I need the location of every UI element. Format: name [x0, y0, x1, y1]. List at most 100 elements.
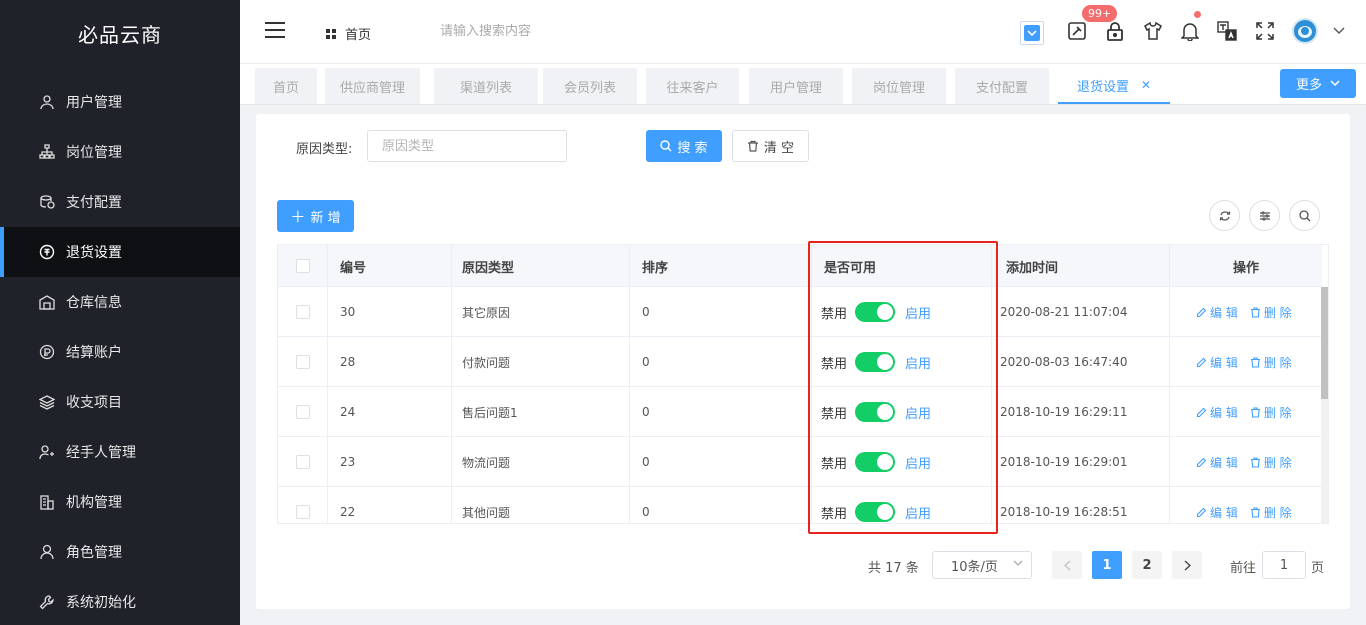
layout-toggle-icon[interactable] [1020, 21, 1044, 45]
tab-channel-list[interactable]: 渠道列表 [434, 68, 538, 104]
table-row: 24 售后问题1 0 禁用 启用 2018-10-19 16:29:11 编 辑… [278, 387, 1322, 437]
delete-button[interactable]: 删 除 [1250, 404, 1292, 421]
sidebar-item-return-settings[interactable]: 退货设置 [0, 227, 240, 277]
table-header: 编号 原因类型 排序 是否可用 添加时间 操作 [278, 245, 1322, 287]
edit-button[interactable]: 编 辑 [1196, 504, 1238, 521]
row-checkbox[interactable] [295, 405, 310, 419]
cell-sort: 0 [630, 437, 812, 487]
select-all-checkbox[interactable] [295, 259, 310, 273]
cell-id: 23 [328, 437, 452, 487]
edit-button[interactable]: 编 辑 [1196, 404, 1238, 421]
tab-payment-config[interactable]: 支付配置 [955, 68, 1049, 104]
cell-actions: 编 辑 删 除 [1170, 287, 1322, 337]
row-checkbox[interactable] [295, 455, 310, 469]
translate-icon[interactable] [1216, 20, 1238, 42]
tab-user-management[interactable]: 用户管理 [749, 68, 843, 104]
column-settings-button[interactable] [1249, 200, 1280, 231]
add-button[interactable]: ＋ 新 增 [277, 200, 354, 232]
edit-icon [1196, 307, 1207, 317]
notification-dot [1194, 11, 1201, 18]
search-toggle-button[interactable] [1289, 200, 1320, 231]
header-search-input[interactable] [440, 24, 600, 39]
wrench-icon [38, 593, 56, 611]
page-size-select[interactable]: 10条/页 [932, 551, 1032, 579]
edit-icon [1196, 507, 1207, 517]
prev-page-button[interactable] [1052, 551, 1082, 579]
sidebar-item-income-expense[interactable]: 收支项目 [0, 377, 240, 427]
sidebar-item-payment-config[interactable]: 支付配置 [0, 177, 240, 227]
search-button[interactable]: 搜 索 [646, 130, 722, 162]
tabs-bar: 首页 供应商管理 渠道列表 会员列表 往来客户 用户管理 岗位管理 支付配置 退… [240, 64, 1366, 105]
edit-label: 编 辑 [1210, 455, 1238, 470]
sidebar-item-org-management[interactable]: 机构管理 [0, 477, 240, 527]
delete-button[interactable]: 删 除 [1250, 304, 1292, 321]
sidebar-item-label: 退货设置 [66, 245, 122, 261]
skin-shirt-icon[interactable] [1142, 20, 1164, 42]
scrollbar-thumb[interactable] [1321, 287, 1328, 399]
breadcrumb[interactable]: 首页 [326, 24, 371, 43]
fullscreen-icon[interactable] [1254, 20, 1276, 42]
delete-button[interactable]: 删 除 [1250, 354, 1292, 371]
search-button-label: 搜 索 [677, 140, 708, 156]
row-checkbox[interactable] [295, 355, 310, 369]
menu-toggle-icon[interactable] [265, 22, 285, 38]
chevron-down-icon [1330, 78, 1340, 89]
search-icon [660, 140, 672, 152]
sidebar-item-user-management[interactable]: 用户管理 [0, 77, 240, 127]
lock-icon[interactable] [1104, 20, 1126, 42]
sidebar-item-label: 支付配置 [66, 195, 122, 211]
table-scrollbar[interactable] [1321, 287, 1328, 523]
cell-reason: 物流问题 [452, 437, 630, 487]
tab-home[interactable]: 首页 [255, 68, 317, 104]
page-button-2[interactable]: 2 [1132, 551, 1162, 579]
avatar[interactable] [1292, 18, 1318, 44]
tab-return-settings[interactable]: 退货设置 ✕ [1058, 68, 1170, 104]
sidebar-item-post-management[interactable]: 岗位管理 [0, 127, 240, 177]
sidebar-item-handler-management[interactable]: 经手人管理 [0, 427, 240, 477]
grid-icon [326, 28, 336, 39]
sidebar-item-role-management[interactable]: 角色管理 [0, 527, 240, 577]
trash-icon [1250, 306, 1260, 318]
tab-label: 首页 [272, 80, 299, 96]
edit-icon [1196, 457, 1207, 467]
org-chart-icon [38, 143, 56, 161]
sidebar-item-label: 岗位管理 [66, 145, 122, 161]
bell-icon[interactable] [1179, 20, 1201, 42]
sidebar-item-system-init[interactable]: 系统初始化 [0, 577, 240, 625]
row-checkbox[interactable] [295, 505, 310, 519]
next-page-button[interactable] [1172, 551, 1202, 579]
page-button-1[interactable]: 1 [1092, 551, 1122, 579]
trash-icon [1250, 356, 1260, 368]
tab-post-management[interactable]: 岗位管理 [852, 68, 946, 104]
tab-customers[interactable]: 往来客户 [646, 68, 739, 104]
more-tabs-button[interactable]: 更多 [1280, 69, 1356, 98]
sidebar-item-warehouse-info[interactable]: 仓库信息 [0, 277, 240, 327]
delete-button[interactable]: 删 除 [1250, 504, 1292, 521]
breadcrumb-home: 首页 [345, 28, 372, 43]
edit-button[interactable]: 编 辑 [1196, 454, 1238, 471]
chevron-down-icon[interactable] [1328, 20, 1350, 42]
delete-label: 删 除 [1263, 355, 1292, 370]
tab-supplier-management[interactable]: 供应商管理 [325, 68, 420, 104]
edit-icon [1196, 407, 1207, 417]
reason-type-input[interactable] [367, 130, 567, 162]
tab-member-list[interactable]: 会员列表 [543, 68, 637, 104]
sidebar-item-label: 机构管理 [66, 495, 122, 511]
row-checkbox[interactable] [295, 305, 310, 319]
delete-button[interactable]: 删 除 [1250, 454, 1292, 471]
chevron-left-icon [1063, 559, 1070, 571]
refresh-button[interactable] [1209, 200, 1240, 231]
warehouse-icon [38, 293, 56, 311]
tab-label: 渠道列表 [459, 80, 512, 96]
clear-button[interactable]: 清 空 [732, 130, 809, 162]
tools-icon[interactable] [1066, 20, 1088, 42]
sidebar-item-settlement-account[interactable]: 结算账户 [0, 327, 240, 377]
edit-button[interactable]: 编 辑 [1196, 304, 1238, 321]
edit-button[interactable]: 编 辑 [1196, 354, 1238, 371]
chevron-down-icon [1013, 558, 1023, 569]
cell-created-time: 2020-08-21 11:07:04 [992, 287, 1170, 337]
highlight-box [808, 241, 998, 534]
goto-page-input[interactable] [1262, 551, 1306, 579]
row-select-cell [278, 487, 328, 523]
close-icon[interactable]: ✕ [1141, 78, 1151, 92]
